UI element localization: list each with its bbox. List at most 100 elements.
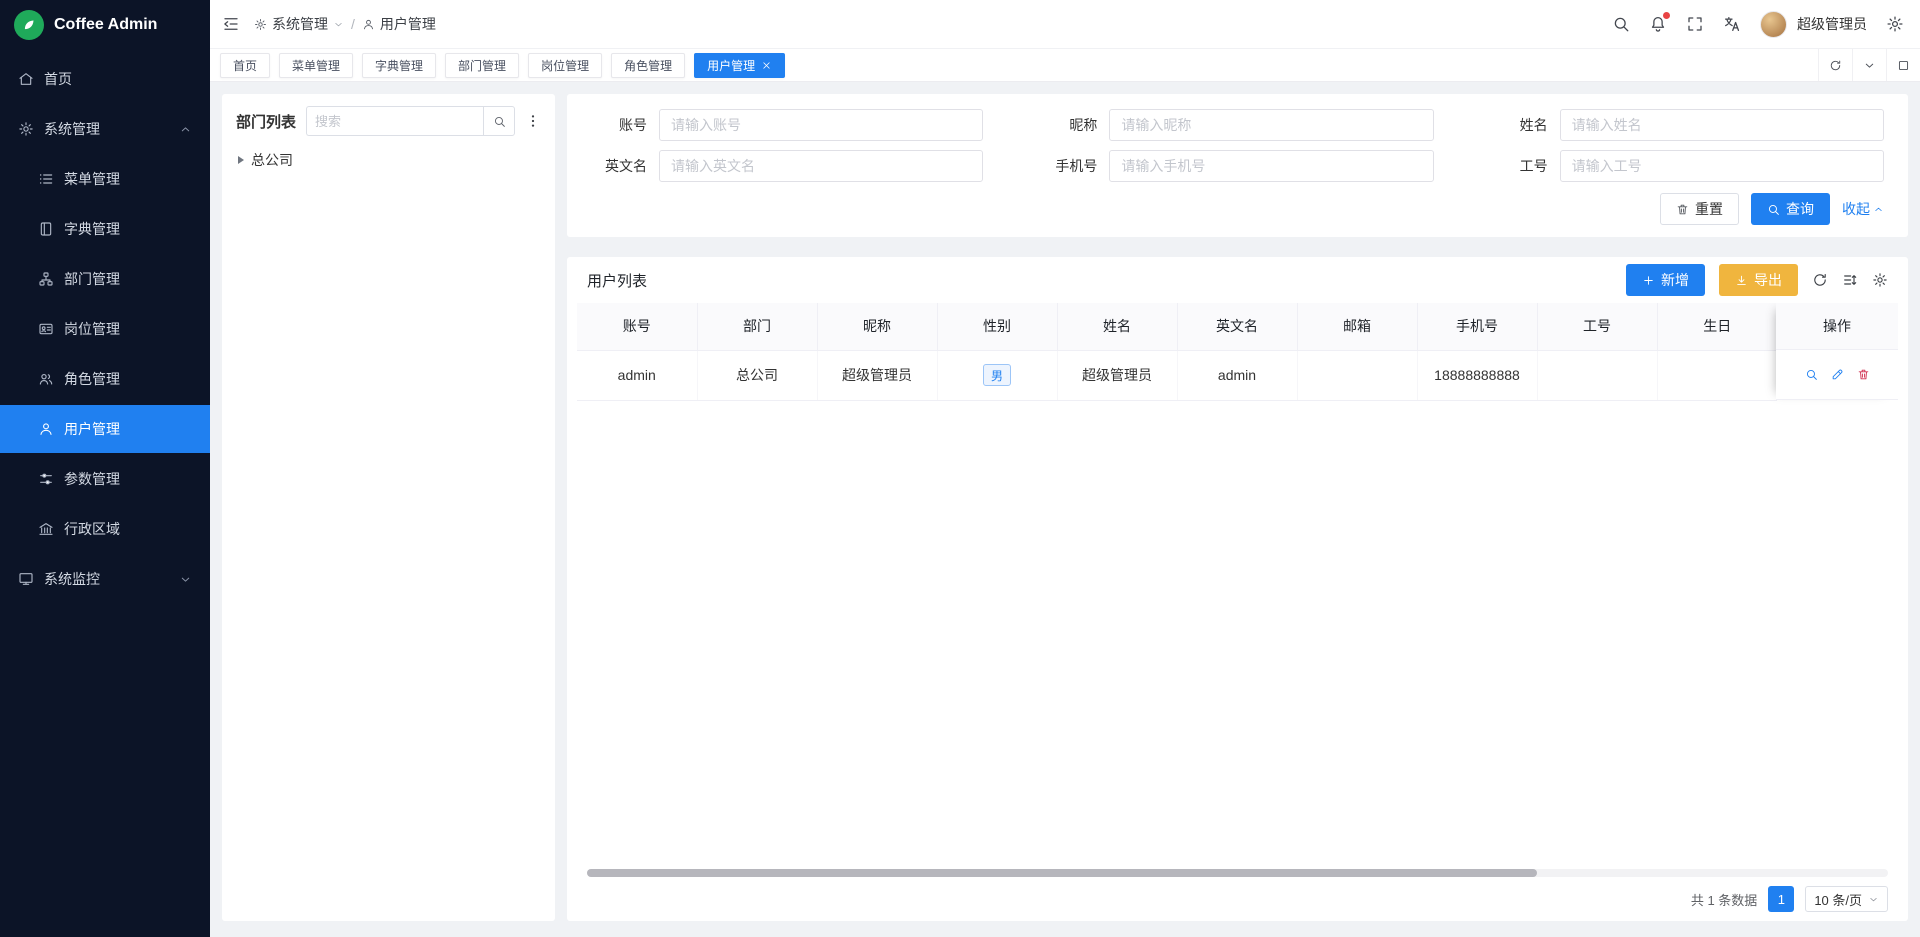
- department-more-button[interactable]: [525, 113, 541, 129]
- tree-node-root[interactable]: 总公司: [236, 150, 541, 170]
- sidebar-item-dept-mgmt[interactable]: 部门管理: [0, 255, 210, 303]
- tab-post-mgmt[interactable]: 岗位管理: [528, 53, 602, 78]
- gender-tag: 男: [983, 364, 1011, 386]
- add-user-button[interactable]: 新增: [1626, 264, 1705, 296]
- column-header[interactable]: 英文名: [1177, 303, 1297, 350]
- tab-dept-mgmt[interactable]: 部门管理: [445, 53, 519, 78]
- tab-dict-mgmt[interactable]: 字典管理: [362, 53, 436, 78]
- leaf-logo-icon: [14, 10, 44, 40]
- sidebar-item-post-mgmt[interactable]: 岗位管理: [0, 305, 210, 353]
- page-size-select[interactable]: 10 条/页: [1805, 886, 1888, 912]
- work-no-input[interactable]: [1560, 150, 1884, 182]
- fullscreen-icon: [1686, 15, 1704, 33]
- tab-menu-mgmt[interactable]: 菜单管理: [279, 53, 353, 78]
- right-column: 账号 昵称 姓名 英文名: [567, 94, 1908, 921]
- notifications-button[interactable]: [1649, 15, 1667, 33]
- column-header[interactable]: 部门: [697, 303, 817, 350]
- plus-icon: [1642, 274, 1655, 287]
- sidebar-item-user-mgmt[interactable]: 用户管理: [0, 405, 210, 453]
- department-panel-title: 部门列表: [236, 111, 296, 132]
- gear-icon: [1872, 272, 1888, 288]
- sidebar-item-home[interactable]: 首页: [0, 55, 210, 103]
- org-chart-icon: [38, 271, 54, 287]
- reset-button[interactable]: 重置: [1660, 193, 1739, 225]
- sidebar-collapse-button[interactable]: [222, 15, 240, 33]
- pagination: 共 1 条数据 1 10 条/页: [577, 881, 1898, 921]
- tab-label: 角色管理: [624, 57, 672, 74]
- tree-expander-icon[interactable]: [238, 156, 244, 164]
- tab-close-icon[interactable]: [761, 60, 772, 71]
- query-button[interactable]: 查询: [1751, 193, 1830, 225]
- cell-birthday: [1657, 350, 1777, 400]
- cell-work-no: [1537, 350, 1657, 400]
- chevron-down-icon: [1868, 894, 1879, 905]
- table-refresh-button[interactable]: [1812, 272, 1828, 288]
- avatar[interactable]: [1760, 11, 1787, 38]
- sidebar-section-monitor[interactable]: 系统监控: [0, 555, 210, 603]
- department-search-button[interactable]: [483, 106, 515, 136]
- trash-icon: [1676, 203, 1689, 216]
- tab-home[interactable]: 首页: [220, 53, 270, 78]
- phone-input[interactable]: [1109, 150, 1433, 182]
- sidebar-section-system[interactable]: 系统管理: [0, 105, 210, 153]
- collapse-filters-button[interactable]: 收起: [1842, 199, 1884, 219]
- table-row[interactable]: admin 总公司 超级管理员 男 超级管理员 admin 1888888888…: [577, 350, 1777, 400]
- export-button[interactable]: 导出: [1719, 264, 1798, 296]
- content-fullscreen-button[interactable]: [1886, 49, 1920, 81]
- user-icon: [362, 18, 375, 31]
- tab-options-button[interactable]: [1852, 49, 1886, 81]
- gear-icon: [254, 18, 267, 31]
- column-header[interactable]: 账号: [577, 303, 697, 350]
- sidebar-item-label: 用户管理: [64, 419, 120, 439]
- gear-icon: [1886, 15, 1904, 33]
- current-username[interactable]: 超级管理员: [1797, 14, 1867, 34]
- sidebar-item-param-mgmt[interactable]: 参数管理: [0, 455, 210, 503]
- tab-role-mgmt[interactable]: 角色管理: [611, 53, 685, 78]
- breadcrumb-section[interactable]: 系统管理: [254, 14, 344, 34]
- cell-name: 超级管理员: [1057, 350, 1177, 400]
- cell-english-name: admin: [1177, 350, 1297, 400]
- sidebar-item-role-mgmt[interactable]: 角色管理: [0, 355, 210, 403]
- column-header[interactable]: 邮箱: [1297, 303, 1417, 350]
- column-header[interactable]: 工号: [1537, 303, 1657, 350]
- sidebar-item-region-mgmt[interactable]: 行政区域: [0, 505, 210, 553]
- field-work-no: 工号: [1492, 150, 1884, 182]
- table-settings-button[interactable]: [1872, 272, 1888, 288]
- tab-refresh-button[interactable]: [1818, 49, 1852, 81]
- delete-row-button[interactable]: [1857, 368, 1870, 381]
- account-input[interactable]: [659, 109, 983, 141]
- header-actions: 超级管理员: [1612, 11, 1904, 38]
- column-header[interactable]: 性别: [937, 303, 1057, 350]
- sidebar-item-menu-mgmt[interactable]: 菜单管理: [0, 155, 210, 203]
- fullscreen-button[interactable]: [1686, 15, 1704, 33]
- column-header[interactable]: 姓名: [1057, 303, 1177, 350]
- nickname-input[interactable]: [1109, 109, 1433, 141]
- field-account: 账号: [591, 109, 983, 141]
- sidebar-item-label: 部门管理: [64, 269, 120, 289]
- tab-user-mgmt[interactable]: 用户管理: [694, 53, 785, 78]
- column-header[interactable]: 手机号: [1417, 303, 1537, 350]
- field-english-name: 英文名: [591, 150, 983, 182]
- table-density-button[interactable]: [1842, 272, 1858, 288]
- field-label: 手机号: [1041, 156, 1097, 176]
- app-logo[interactable]: Coffee Admin: [0, 0, 210, 49]
- global-search-button[interactable]: [1612, 15, 1630, 33]
- breadcrumb-page[interactable]: 用户管理: [362, 14, 436, 34]
- view-row-button[interactable]: [1805, 368, 1818, 381]
- search-icon: [1612, 15, 1630, 33]
- column-header[interactable]: 生日: [1657, 303, 1777, 350]
- sidebar-item-dict-mgmt[interactable]: 字典管理: [0, 205, 210, 253]
- tree-node-label: 总公司: [251, 150, 293, 170]
- column-header[interactable]: 昵称: [817, 303, 937, 350]
- language-button[interactable]: [1723, 15, 1741, 33]
- page-number-button[interactable]: 1: [1768, 886, 1794, 912]
- refresh-icon: [1812, 272, 1828, 288]
- edit-row-button[interactable]: [1831, 368, 1844, 381]
- english-name-input[interactable]: [659, 150, 983, 182]
- row-operations: [1776, 350, 1898, 400]
- name-input[interactable]: [1560, 109, 1884, 141]
- department-search-input[interactable]: [306, 106, 483, 136]
- user-table-grid: 账号 部门 昵称 性别 姓名 英文名 邮箱 手机号 工号 生日: [577, 303, 1777, 401]
- settings-button[interactable]: [1886, 15, 1904, 33]
- horizontal-scrollbar-thumb[interactable]: [587, 869, 1537, 877]
